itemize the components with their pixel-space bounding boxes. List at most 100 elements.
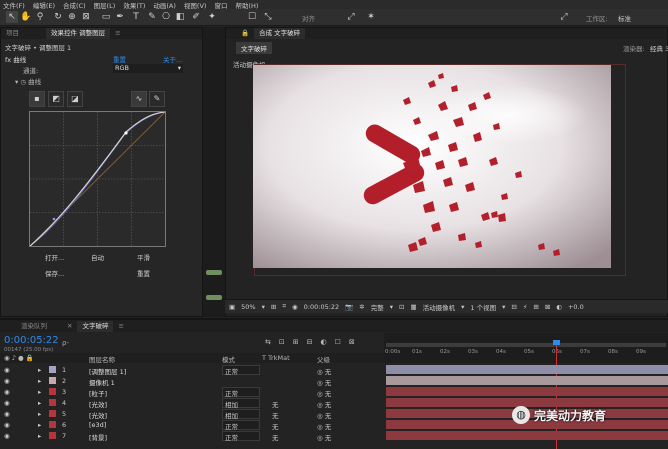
current-time-display[interactable]: 0:00:05:22	[304, 303, 340, 311]
flowchart-icon[interactable]: ⊠	[545, 303, 550, 311]
parent-select[interactable]: ◎ 无	[317, 432, 331, 442]
open-button[interactable]: 打开...	[45, 252, 64, 262]
eraser-tool-icon[interactable]: ◧	[174, 11, 186, 23]
expand-arrow-icon[interactable]: ▸	[38, 410, 41, 418]
visibility-toggle-icon[interactable]: ◉	[4, 366, 10, 374]
layer-name[interactable]: [e3d]	[89, 421, 106, 429]
layer-name[interactable]: [背景]	[89, 432, 107, 442]
expand-arrow-icon[interactable]: ▸	[38, 366, 41, 374]
blend-mode-select[interactable]: 正常	[222, 431, 260, 442]
pencil-tool-icon[interactable]: ✎	[149, 91, 165, 107]
toggle-pixel-icon[interactable]: ⊟	[511, 303, 516, 311]
playhead-handle[interactable]	[553, 340, 560, 345]
visibility-toggle-icon[interactable]: ◉	[4, 388, 10, 396]
reset-link[interactable]: 重置	[113, 54, 126, 64]
splitter-handle[interactable]	[206, 270, 222, 275]
blend-mode-select[interactable]: 正常	[222, 387, 260, 398]
bezier-tool-icon[interactable]: ∿	[131, 91, 147, 107]
expand-arrow-icon[interactable]: ▸	[38, 388, 41, 396]
renderer-value[interactable]: 经典 3D	[650, 43, 668, 53]
curve-size-small-icon[interactable]: ◩	[48, 91, 64, 107]
parent-select[interactable]: ◎ 无	[317, 388, 331, 398]
curve-point[interactable]	[52, 217, 56, 221]
trkmat-select[interactable]: 无	[272, 421, 279, 431]
hand-tool-icon[interactable]: ✋	[20, 11, 32, 23]
col-name[interactable]: 图层名称	[89, 354, 115, 364]
layer-row[interactable]: ◉ ▸ 2 摄像机 1 ◎ 无	[0, 376, 384, 387]
timeline-icon[interactable]: ⊞	[533, 303, 538, 311]
always-preview-icon[interactable]: ▣	[229, 303, 235, 311]
smooth-button[interactable]: 平滑	[137, 252, 150, 262]
comp-subtab[interactable]: 文字破碎	[236, 42, 272, 54]
show-channel-icon[interactable]: ✲	[359, 303, 364, 311]
timeline-switches[interactable]: ⇆⊡⊞⊟◐☐⊠	[265, 338, 363, 346]
blend-mode-select[interactable]: 相加	[222, 398, 260, 409]
camera-tool-icon[interactable]: ⊕	[66, 11, 78, 23]
time-ruler[interactable]: 0:00s 01s 02s 03s 04s 05s 06s 07s 08s 09…	[384, 333, 668, 363]
workspace-select[interactable]: 标准	[618, 13, 631, 23]
close-icon[interactable]: ✕	[62, 321, 77, 332]
reset-button[interactable]: 重置	[137, 268, 150, 278]
layer-row[interactable]: ◉ ▸ 6 [e3d] 正常 无 ◎ 无	[0, 420, 384, 431]
zoom-tool-icon[interactable]: ⚲	[34, 11, 46, 23]
composition-viewer[interactable]	[253, 65, 611, 268]
timeline-timecode[interactable]: 0:00:05:22	[4, 335, 59, 346]
camera-view-select[interactable]: 活动摄像机	[423, 302, 456, 312]
curve-graph[interactable]	[29, 111, 166, 247]
work-area-bar[interactable]	[386, 343, 666, 347]
resolution-select[interactable]: 完整	[371, 302, 384, 312]
exposure-icon[interactable]: ◐	[556, 303, 562, 311]
view-layout-select[interactable]: 1 个视图	[470, 302, 496, 312]
puppet-tool-icon[interactable]: ✦	[206, 11, 218, 23]
clone-stamp-tool-icon[interactable]: ⎔	[160, 11, 172, 23]
snap-checkbox-icon[interactable]: ☐	[246, 11, 258, 23]
visibility-toggle-icon[interactable]: ◉	[4, 421, 10, 429]
expand-arrow-icon[interactable]: ▸	[38, 421, 41, 429]
tab-composition[interactable]: 合成 文字破碎	[254, 28, 306, 39]
text-tool-icon[interactable]: T	[130, 11, 142, 23]
layer-bar[interactable]	[386, 365, 668, 374]
layer-name[interactable]: 摄像机 1	[89, 377, 115, 387]
blend-mode-select[interactable]: 相加	[222, 409, 260, 420]
effect-name[interactable]: fx 曲线	[5, 54, 26, 64]
col-parent[interactable]: 父级	[317, 354, 330, 364]
roto-brush-tool-icon[interactable]: ✐	[190, 11, 202, 23]
selection-tool-icon[interactable]: ↖	[6, 11, 18, 23]
curve-size-large-icon[interactable]: ◪	[67, 91, 83, 107]
channel-rgb-icon[interactable]: ▪	[29, 91, 45, 107]
pen-tool-icon[interactable]: ✒	[114, 11, 126, 23]
magnification-select[interactable]: 50%	[241, 303, 255, 311]
channel-select[interactable]: RGB ▾	[113, 64, 183, 73]
trkmat-select[interactable]: 无	[272, 399, 279, 409]
region-of-interest-icon[interactable]: ⊡	[399, 303, 404, 311]
col-trkmat[interactable]: T TrkMat	[262, 354, 290, 362]
layer-row[interactable]: ◉ ▸ 3 [粒子] 正常 ◎ 无	[0, 387, 384, 398]
layer-bar[interactable]	[386, 431, 668, 440]
blend-mode-select[interactable]: 正常	[222, 365, 260, 376]
label-color-swatch[interactable]	[49, 366, 56, 373]
expand-arrow-icon[interactable]: ▸	[38, 432, 41, 440]
star-icon[interactable]: ✶	[365, 11, 377, 23]
layer-name[interactable]: [光效]	[89, 410, 107, 420]
layer-name[interactable]: [调整图层 1]	[89, 366, 126, 376]
label-color-swatch[interactable]	[49, 399, 56, 406]
trkmat-select[interactable]: 无	[272, 432, 279, 442]
curve-point[interactable]	[124, 131, 128, 135]
trkmat-select[interactable]: 无	[272, 410, 279, 420]
comp-lock-icon[interactable]: 🔒	[236, 28, 254, 39]
layer-name[interactable]: [光效]	[89, 399, 107, 409]
layer-name[interactable]: [粒子]	[89, 388, 107, 398]
rotate-tool-icon[interactable]: ↻	[52, 11, 64, 23]
panel-menu-icon[interactable]: ≡	[113, 321, 128, 332]
parent-select[interactable]: ◎ 无	[317, 421, 331, 431]
visibility-toggle-icon[interactable]: ◉	[4, 377, 10, 385]
safe-zones-icon[interactable]: ⊞	[271, 303, 276, 311]
tab-effect-controls[interactable]: 效果控件 调整图层	[46, 28, 111, 39]
expand-arrow-icon[interactable]: ▸	[38, 399, 41, 407]
pan-behind-tool-icon[interactable]: ⊠	[80, 11, 92, 23]
parent-select[interactable]: ◎ 无	[317, 377, 331, 387]
align-icon[interactable]: ⤢	[345, 11, 357, 23]
expand-icon[interactable]: ⤢	[558, 11, 570, 23]
tab-project[interactable]: 项目	[1, 28, 24, 39]
visibility-toggle-icon[interactable]: ◉	[4, 432, 10, 440]
